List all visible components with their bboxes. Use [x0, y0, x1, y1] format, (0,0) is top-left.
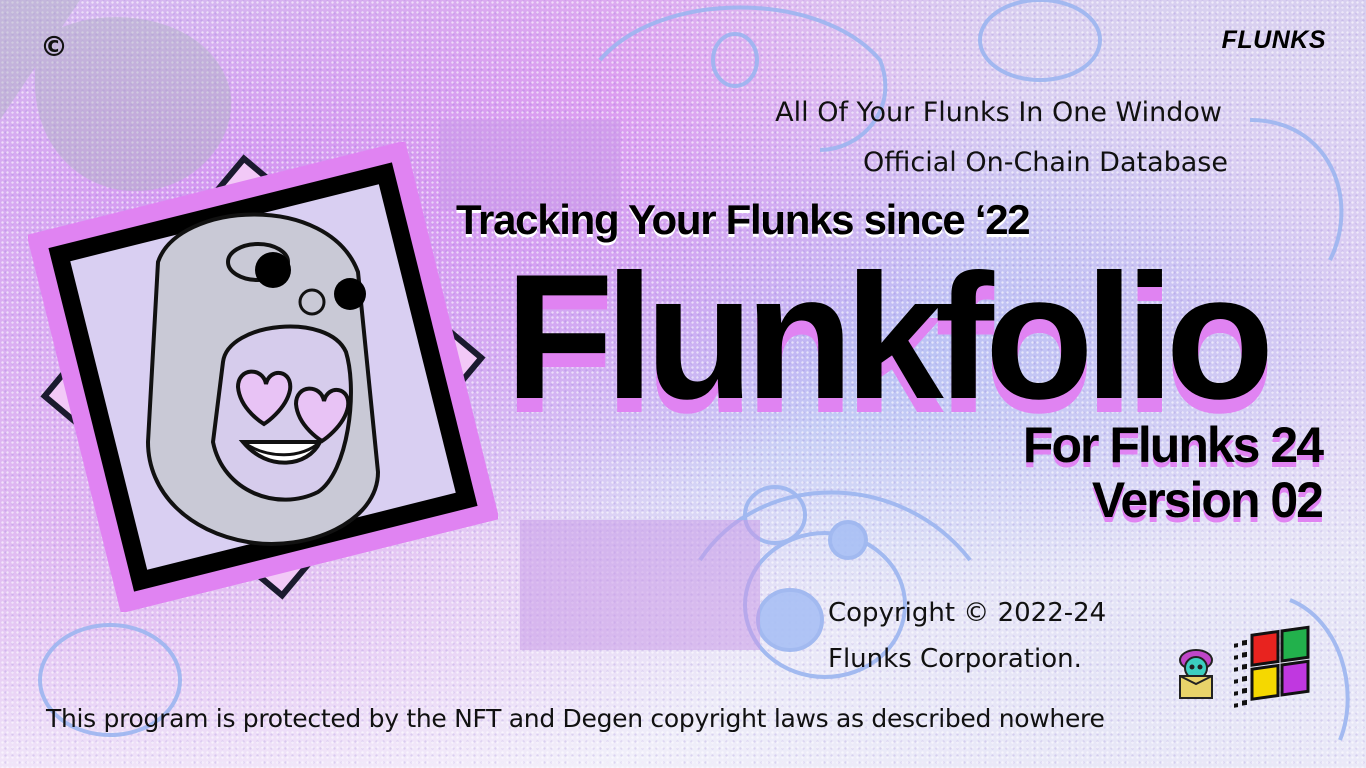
copyright-notice: Copyright © 2022-24 Flunks Corporation.: [828, 590, 1106, 682]
heart-eyes-mascot-icon: [28, 142, 498, 612]
gift-box-character-icon: [1179, 649, 1213, 699]
tagline-block: All Of Your Flunks In One Window Officia…: [775, 88, 1228, 188]
windows-flag-logo: [1234, 625, 1310, 708]
legal-footer: This program is protected by the NFT and…: [46, 704, 1105, 733]
brand-label: FLUNKS: [1221, 26, 1326, 54]
edition-label: For Flunks 24: [1022, 417, 1324, 473]
edition-block: For Flunks 24 Version 02: [1022, 417, 1324, 528]
copyright-icon: ©: [40, 30, 68, 63]
version-label: Version 02: [1091, 472, 1324, 528]
tagline-line-2: Official On-Chain Database: [863, 147, 1228, 178]
copyright-line-1: Copyright © 2022-24: [828, 598, 1107, 628]
app-title: Flunkfolio: [505, 237, 1274, 436]
copyright-line-2: Flunks Corporation.: [828, 644, 1082, 674]
tagline-line-1: All Of Your Flunks In One Window: [775, 97, 1222, 128]
